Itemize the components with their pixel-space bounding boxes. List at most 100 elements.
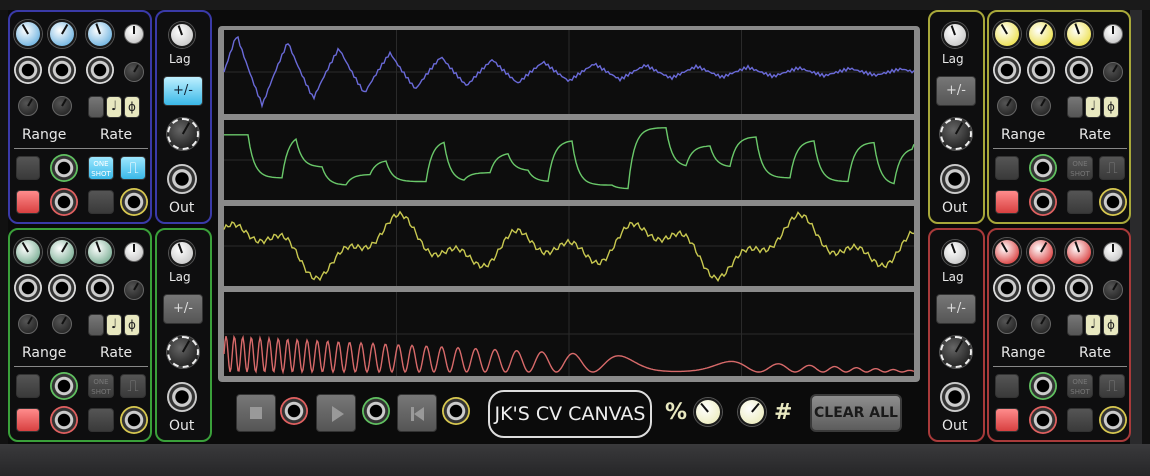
green-play-mode-button[interactable] — [88, 314, 104, 336]
green-phase-button[interactable]: ϕ — [124, 314, 140, 336]
red-rate-cv-atten[interactable] — [1103, 280, 1123, 300]
red-stop-button[interactable] — [995, 408, 1019, 432]
yellow-lag-knob[interactable] — [942, 22, 968, 48]
yellow-play-button[interactable] — [995, 156, 1019, 180]
red-play-button[interactable] — [995, 374, 1019, 398]
green-range-cv-jack-b[interactable] — [48, 274, 76, 302]
blue-range-knob-b[interactable] — [48, 20, 76, 48]
yellow-polarity-button[interactable]: +/- — [936, 76, 976, 106]
global-play-button[interactable] — [316, 394, 356, 432]
red-sync-button[interactable]: ♩ — [1085, 314, 1101, 336]
yellow-sync-button[interactable]: ♩ — [1085, 96, 1101, 118]
blue-phase-button[interactable]: ϕ — [124, 96, 140, 118]
yellow-rate-knob[interactable] — [1065, 20, 1093, 48]
yellow-range-knob-a[interactable] — [993, 20, 1021, 48]
red-lag-knob[interactable] — [942, 240, 968, 266]
yellow-range-cv-jack-a[interactable] — [993, 56, 1021, 84]
yellow-reset-button[interactable] — [1067, 190, 1093, 214]
global-reset-button[interactable] — [397, 394, 437, 432]
green-one-shot-button[interactable]: ONE SHOT — [88, 374, 114, 398]
red-rate-fine-knob[interactable] — [1103, 242, 1123, 262]
yellow-stop-jack[interactable] — [1029, 188, 1057, 216]
red-range-knob-b[interactable] — [1027, 238, 1055, 266]
green-range-atten-b[interactable] — [52, 314, 72, 334]
blue-play-jack[interactable] — [50, 154, 78, 182]
global-reset-jack[interactable] — [442, 397, 470, 425]
green-play-jack[interactable] — [50, 372, 78, 400]
green-rate-cv-jack[interactable] — [86, 274, 114, 302]
blue-sync-button[interactable]: ♩ — [106, 96, 122, 118]
blue-play-button[interactable] — [16, 156, 40, 180]
green-sync-button[interactable]: ♩ — [106, 314, 122, 336]
blue-stop-jack[interactable] — [50, 188, 78, 216]
yellow-square-mode-button[interactable]: ⎍ — [1099, 156, 1125, 180]
green-rate-fine-knob[interactable] — [124, 242, 144, 262]
blue-rate-knob[interactable] — [86, 20, 114, 48]
cv-canvas[interactable] — [218, 26, 920, 382]
green-range-knob-b[interactable] — [48, 238, 76, 266]
blue-rate-fine-knob[interactable] — [124, 24, 144, 44]
blue-reset-button[interactable] — [88, 190, 114, 214]
red-rate-knob[interactable] — [1065, 238, 1093, 266]
green-range-knob-a[interactable] — [14, 238, 42, 266]
yellow-range-atten-a[interactable] — [997, 96, 1017, 116]
yellow-phase-button[interactable]: ϕ — [1103, 96, 1119, 118]
blue-stop-button[interactable] — [16, 190, 40, 214]
green-polarity-button[interactable]: +/- — [163, 294, 203, 324]
blue-reset-jack[interactable] — [120, 188, 148, 216]
yellow-play-mode-button[interactable] — [1067, 96, 1083, 118]
global-stop-button[interactable] — [236, 394, 276, 432]
green-lag-knob[interactable] — [169, 240, 195, 266]
green-range-cv-jack-a[interactable] — [14, 274, 42, 302]
blue-square-mode-button[interactable]: ⎍ — [120, 156, 146, 180]
green-stop-button[interactable] — [16, 408, 40, 432]
blue-range-atten-b[interactable] — [52, 96, 72, 116]
green-range-atten-a[interactable] — [18, 314, 38, 334]
red-range-cv-jack-a[interactable] — [993, 274, 1021, 302]
green-play-button[interactable] — [16, 374, 40, 398]
green-attenuator-knob[interactable] — [167, 336, 199, 368]
red-output-jack[interactable] — [940, 382, 970, 412]
yellow-play-jack[interactable] — [1029, 154, 1057, 182]
red-play-mode-button[interactable] — [1067, 314, 1083, 336]
trace-display[interactable] — [218, 26, 920, 382]
green-reset-button[interactable] — [88, 408, 114, 432]
blue-rate-cv-jack[interactable] — [86, 56, 114, 84]
red-attenuator-knob[interactable] — [940, 336, 972, 368]
blue-range-knob-a[interactable] — [14, 20, 42, 48]
green-output-jack[interactable] — [167, 382, 197, 412]
yellow-reset-jack[interactable] — [1099, 188, 1127, 216]
percent-knob[interactable] — [694, 398, 722, 426]
yellow-output-jack[interactable] — [940, 164, 970, 194]
clear-all-button[interactable]: CLEAR ALL — [810, 394, 902, 432]
global-stop-jack[interactable] — [280, 397, 308, 425]
yellow-range-knob-b[interactable] — [1027, 20, 1055, 48]
red-polarity-button[interactable]: +/- — [936, 294, 976, 324]
yellow-range-cv-jack-b[interactable] — [1027, 56, 1055, 84]
yellow-one-shot-button[interactable]: ONE SHOT — [1067, 156, 1093, 180]
red-range-knob-a[interactable] — [993, 238, 1021, 266]
red-range-cv-jack-b[interactable] — [1027, 274, 1055, 302]
blue-range-cv-jack-a[interactable] — [14, 56, 42, 84]
red-range-atten-a[interactable] — [997, 314, 1017, 334]
blue-range-atten-a[interactable] — [18, 96, 38, 116]
blue-polarity-button[interactable]: +/- — [163, 76, 203, 106]
red-reset-jack[interactable] — [1099, 406, 1127, 434]
blue-lag-knob[interactable] — [169, 22, 195, 48]
red-play-jack[interactable] — [1029, 372, 1057, 400]
blue-play-mode-button[interactable] — [88, 96, 104, 118]
red-phase-button[interactable]: ϕ — [1103, 314, 1119, 336]
global-play-jack[interactable] — [362, 397, 390, 425]
steps-knob[interactable] — [738, 398, 766, 426]
green-reset-jack[interactable] — [120, 406, 148, 434]
yellow-rate-fine-knob[interactable] — [1103, 24, 1123, 44]
yellow-rate-cv-atten[interactable] — [1103, 62, 1123, 82]
blue-attenuator-knob[interactable] — [167, 118, 199, 150]
green-rate-cv-atten[interactable] — [124, 280, 144, 300]
yellow-attenuator-knob[interactable] — [940, 118, 972, 150]
red-range-atten-b[interactable] — [1031, 314, 1051, 334]
green-stop-jack[interactable] — [50, 406, 78, 434]
green-rate-knob[interactable] — [86, 238, 114, 266]
yellow-range-atten-b[interactable] — [1031, 96, 1051, 116]
blue-range-cv-jack-b[interactable] — [48, 56, 76, 84]
